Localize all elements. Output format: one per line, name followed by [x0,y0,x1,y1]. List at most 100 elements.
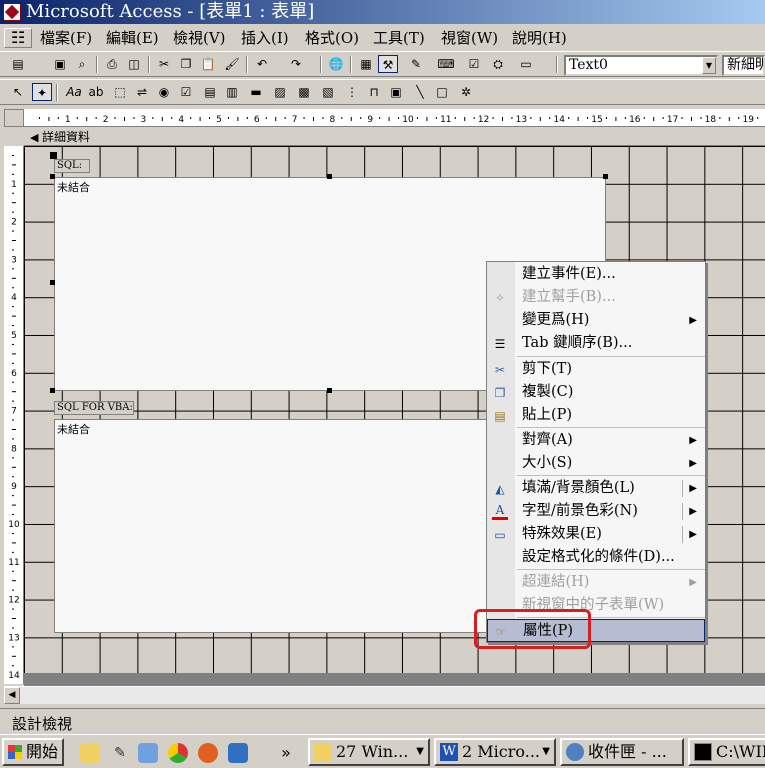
field-list-icon[interactable]: ▦ [356,55,376,73]
listbox-tool-icon[interactable]: ▥ [222,83,242,101]
object-combo[interactable]: Text0 ▼ [564,55,718,76]
checkbox-tool-icon[interactable]: ☑ [176,83,196,101]
ruler-tick-label: 19 [742,115,754,125]
ctx-paste[interactable]: ▤ 貼上(P) [487,404,705,427]
folder-icon[interactable] [80,743,100,763]
horizontal-scrollbar[interactable]: ◀ [4,686,765,704]
toolbox-icon[interactable]: ⚒ [378,55,398,73]
format-painter-icon[interactable]: 🖌 [222,55,242,73]
bound-object-icon[interactable]: ▧ [318,83,338,101]
select-object-icon[interactable]: ↖ [8,83,28,101]
title-bar[interactable]: Microsoft Access - [表單1 : 表單] [0,0,765,24]
menu-view[interactable]: 檢視(V) [173,28,226,48]
ruler-corner[interactable] [4,109,24,127]
firefox-icon[interactable] [198,743,218,763]
more-controls-icon[interactable]: ✲ [456,83,476,101]
save-icon[interactable]: ▣ [50,55,70,73]
scroll-left-icon[interactable]: ◀ [4,687,20,704]
move-handle[interactable] [50,152,57,159]
unbound-object-icon[interactable]: ▩ [294,83,314,101]
ctx-special-effect[interactable]: ▭ 特殊效果(E) ▶ [487,523,705,546]
font-combo[interactable]: 新細明 [722,55,765,76]
app-icon[interactable] [228,743,248,763]
resize-handle[interactable] [603,174,608,179]
tab-control-icon[interactable]: ⊓ [364,83,384,101]
ctx-align[interactable]: 對齊(A) ▶ [487,429,705,452]
ctx-font-color[interactable]: A 字型/前景色彩(N) ▶ [487,500,705,523]
menu-edit[interactable]: 編輯(E) [106,28,159,48]
ctx-change-to[interactable]: 變更爲(H) ▶ [487,309,705,332]
taskbar-item-cmd[interactable]: C:\WIN [688,738,765,766]
chevron-down-icon[interactable]: ▼ [702,57,716,74]
resize-handle[interactable] [50,280,55,285]
control-wizards-icon[interactable]: ✦ [32,83,52,101]
toggle-button-icon[interactable]: ⇌ [132,83,152,101]
detail-section-bar[interactable]: ◀ 詳細資料 [24,129,765,146]
page-break-icon[interactable]: ⋮ [342,83,362,101]
chrome-icon[interactable] [168,743,188,763]
rectangle-tool-icon[interactable]: □ [432,83,452,101]
redo-icon[interactable]: ↷ [286,55,306,73]
cut-icon[interactable]: ✂ [154,55,174,73]
ctx-fill-color[interactable]: ◭ 填滿/背景顏色(L) ▶ [487,477,705,500]
properties-icon[interactable]: ☑ [464,55,484,73]
menu-tools[interactable]: 工具(T) [373,28,425,48]
print-icon[interactable]: ⎙ [102,55,122,73]
ctx-separator [517,569,705,570]
ctx-size[interactable]: 大小(S) ▶ [487,452,705,475]
subform-icon[interactable]: ▣ [386,83,406,101]
menu-help[interactable]: 說明(H) [512,28,567,48]
ruler-tick-label: 2 [11,218,17,228]
access-app-icon[interactable] [3,3,21,21]
autoformat-icon[interactable]: ✎ [406,55,426,73]
combobox-tool-icon[interactable]: ▤ [200,83,220,101]
ruler-tick-label: 10 [8,520,20,530]
ruler-tick-label: 16 [629,115,641,125]
copy-icon[interactable]: ❐ [176,55,196,73]
taskbar-item-word[interactable]: W 2 Micro... ▼ [434,738,556,766]
command-button-icon[interactable]: ▬ [246,83,266,101]
option-button-icon[interactable]: ◉ [154,83,174,101]
menu-file[interactable]: 檔案(F) [40,28,92,48]
notepad-icon[interactable]: ✎ [110,743,130,763]
taskbar-item-outlook[interactable]: 收件匣 - ... [560,738,684,766]
paste-icon[interactable]: 📋 [198,55,218,73]
quicklaunch-overflow[interactable]: » [276,743,296,763]
undo-icon[interactable]: ↶ [252,55,272,73]
line-tool-icon[interactable]: ╲ [410,83,430,101]
sql-for-vba-label[interactable]: SQL FOR VBA: [54,401,134,415]
database-window-icon[interactable]: ▭ [516,55,536,73]
messenger-icon[interactable] [138,743,158,763]
ctx-build-event[interactable]: 建立事件(E)... [487,263,705,286]
sql-label[interactable]: SQL: [54,159,90,173]
ruler-tick-label: 10 [402,115,414,125]
ctx-copy[interactable]: ❐ 複製(C) [487,381,705,404]
print-preview-icon[interactable]: ◫ [124,55,144,73]
file-search-icon[interactable]: ⌕ [72,55,92,73]
hyperlink-icon[interactable]: 🌐 [326,55,346,73]
menu-insert[interactable]: 插入(I) [241,28,289,48]
resize-handle[interactable] [50,388,55,393]
taskbar-item-explorer[interactable]: 27 Win... ▼ [308,738,430,766]
ctx-tab-order[interactable]: ☰ Tab 鍵順序(B)... [487,332,705,355]
resize-handle[interactable] [327,174,332,179]
submenu-arrow-icon: ▶ [689,483,697,494]
menu-format[interactable]: 格式(O) [305,28,359,48]
menu-window[interactable]: 視窗(W) [441,28,498,48]
ctx-conditional-format[interactable]: 設定格式化的條件(D)... [487,546,705,569]
ctx-cut[interactable]: ✂ 剪下(T) [487,358,705,381]
start-button[interactable]: 開始 [2,738,64,766]
code-icon[interactable]: ⌨ [436,55,456,73]
textbox-tool-icon[interactable]: ab [86,83,106,101]
image-tool-icon[interactable]: ▨ [270,83,290,101]
option-group-icon[interactable]: ⬚ [110,83,130,101]
sql-for-vba-textbox[interactable]: 未結合 [54,419,506,633]
submenu-arrow-icon: ▶ [689,506,697,517]
form-system-menu-icon[interactable] [4,28,32,48]
view-icon[interactable]: ▤ [8,55,28,73]
label-tool-icon[interactable]: Aa [64,83,84,101]
resize-handle[interactable] [50,174,55,179]
resize-handle[interactable] [327,388,332,393]
build-icon[interactable]: ⛭ [488,55,508,73]
special-effect-icon: ▭ [494,528,506,542]
